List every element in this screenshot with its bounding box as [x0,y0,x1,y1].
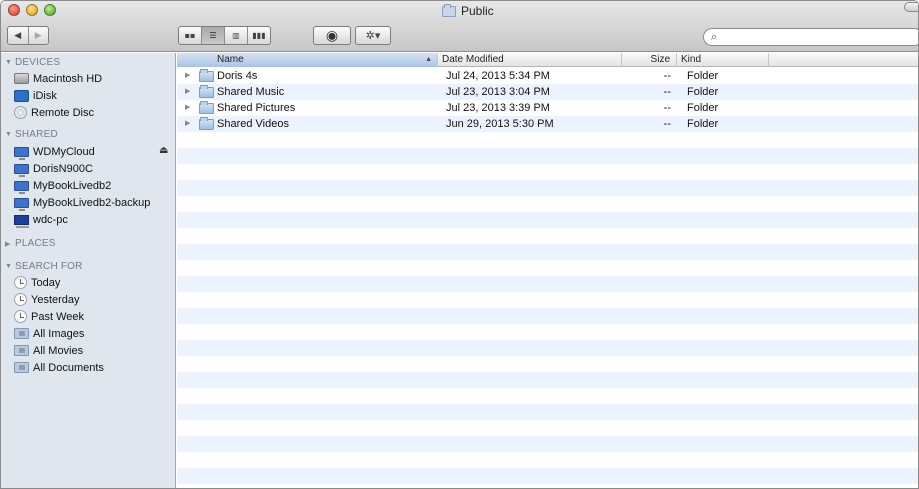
sidebar: ▼ DEVICES Macintosh HD iDisk Remote Disc… [1,53,176,488]
sidebar-item-idisk[interactable]: iDisk [14,87,57,104]
clock-icon [14,310,27,323]
disclosure-triangle-icon: ▼ [5,131,13,138]
row-kind: Folder [687,86,719,98]
row-date-modified: Jul 24, 2013 5:34 PM [446,70,550,82]
column-view-button[interactable]: ▥ [224,27,247,44]
sidebar-section-search-for[interactable]: ▼ SEARCH FOR [5,261,83,272]
file-list: Name ▲ Date Modified Size Kind ▶ Doris 4… [177,53,918,488]
toolbar: Public ◀ ▶ ▪▪ ☰ ▥ ▮▮▮ ◉ ✲▾ ⌕ [1,1,918,52]
zoom-window-button[interactable] [44,4,56,16]
clock-icon [14,276,27,289]
disclosure-triangle-icon[interactable]: ▶ [185,100,190,116]
eject-icon[interactable]: ⏏ [159,145,168,156]
sidebar-section-shared[interactable]: ▼ SHARED [5,129,58,140]
folder-icon [199,85,214,98]
folder-icon [442,3,456,17]
column-header-size[interactable]: Size [622,53,677,67]
list-row[interactable]: ▶ Doris 4s Jul 24, 2013 5:34 PM -- Folde… [177,68,918,84]
list-view-button[interactable]: ☰ [201,27,224,44]
disclosure-triangle-icon[interactable]: ▶ [185,84,190,100]
finder-window: Public ◀ ▶ ▪▪ ☰ ▥ ▮▮▮ ◉ ✲▾ ⌕ ▼ DEVICES M… [0,0,919,489]
row-kind: Folder [687,118,719,130]
action-menu-button[interactable]: ✲▾ [355,26,391,45]
column-header-date-modified[interactable]: Date Modified [438,53,622,67]
close-window-button[interactable] [8,4,20,16]
sidebar-item-wdmycloud[interactable]: WDMyCloud [14,143,95,160]
search-input[interactable] [721,31,902,43]
column-header-name[interactable]: Name ▲ [177,53,438,67]
row-kind: Folder [687,70,719,82]
gear-icon: ✲▾ [365,29,381,42]
search-field[interactable]: ⌕ [703,28,918,46]
smart-folder-icon [14,328,29,339]
row-name: Shared Music [217,86,285,98]
disclosure-triangle-icon[interactable]: ▶ [185,116,190,132]
back-forward-buttons: ◀ ▶ [7,26,49,45]
sidebar-item-today[interactable]: Today [14,274,60,291]
list-rows: ▶ Doris 4s Jul 24, 2013 5:34 PM -- Folde… [177,68,918,488]
column-header-empty [769,53,918,67]
sort-ascending-icon: ▲ [425,56,432,63]
row-size: -- [663,118,671,130]
folder-icon [199,101,214,114]
row-name: Shared Videos [217,118,289,130]
disclosure-triangle-icon[interactable]: ▶ [185,68,190,84]
list-row[interactable]: ▶ Shared Videos Jun 29, 2013 5:30 PM -- … [177,116,918,132]
sidebar-item-all-movies[interactable]: All Movies [14,342,83,359]
row-name: Shared Pictures [217,102,296,114]
sidebar-item-wdc-pc[interactable]: wdc-pc [14,211,68,228]
smart-folder-icon [14,345,29,356]
network-computer-icon [14,197,29,211]
folder-icon [199,117,214,130]
row-size: -- [663,86,671,98]
row-date-modified: Jul 23, 2013 3:39 PM [446,102,550,114]
list-row[interactable]: ▶ Shared Pictures Jul 23, 2013 3:39 PM -… [177,100,918,116]
list-header: Name ▲ Date Modified Size Kind [177,53,918,67]
back-button[interactable]: ◀ [8,27,28,44]
eye-icon: ◉ [325,27,339,44]
toolbar-toggle-button[interactable] [904,2,918,12]
sidebar-item-past-week[interactable]: Past Week [14,308,84,325]
sidebar-item-yesterday[interactable]: Yesterday [14,291,80,308]
row-date-modified: Jun 29, 2013 5:30 PM [446,118,554,130]
network-computer-icon [14,180,29,194]
view-mode-buttons: ▪▪ ☰ ▥ ▮▮▮ [178,26,271,45]
disc-icon [14,106,27,119]
sidebar-item-dorisn900c[interactable]: DorisN900C [14,160,93,177]
pc-icon [14,214,29,228]
sidebar-item-macintosh-hd[interactable]: Macintosh HD [14,70,102,87]
row-kind: Folder [687,102,719,114]
window-title-text: Public [461,4,494,18]
minimize-window-button[interactable] [26,4,38,16]
row-name: Doris 4s [217,70,258,82]
smart-folder-icon [14,362,29,373]
row-date-modified: Jul 23, 2013 3:04 PM [446,86,550,98]
sidebar-item-all-documents[interactable]: All Documents [14,359,104,376]
coverflow-view-button[interactable]: ▮▮▮ [247,27,270,44]
sidebar-item-mybooklivedb2-backup[interactable]: MyBookLivedb2-backup [14,194,150,211]
list-row[interactable]: ▶ Shared Music Jul 23, 2013 3:04 PM -- F… [177,84,918,100]
network-computer-icon [14,146,29,160]
network-computer-icon [14,163,29,177]
forward-button[interactable]: ▶ [27,27,49,44]
hard-drive-icon [14,73,29,84]
disclosure-triangle-icon: ▼ [5,263,13,270]
sidebar-item-all-images[interactable]: All Images [14,325,84,342]
icon-view-button[interactable]: ▪▪ [179,27,201,44]
sidebar-item-mybooklivedb2[interactable]: MyBookLivedb2 [14,177,111,194]
row-size: -- [663,102,671,114]
window-title: Public [442,3,494,19]
disclosure-triangle-icon: ▶ [5,240,11,248]
idisk-icon [14,89,29,102]
disclosure-triangle-icon: ▼ [5,59,13,66]
folder-icon [199,69,214,82]
row-size: -- [663,70,671,82]
sidebar-section-places[interactable]: ▶ PLACES [5,238,56,249]
column-header-kind[interactable]: Kind [677,53,769,67]
quick-look-button[interactable]: ◉ [313,26,351,45]
sidebar-item-remote-disc[interactable]: Remote Disc [14,104,94,121]
search-icon: ⌕ [711,30,718,43]
sidebar-section-devices[interactable]: ▼ DEVICES [5,57,60,68]
clock-icon [14,293,27,306]
